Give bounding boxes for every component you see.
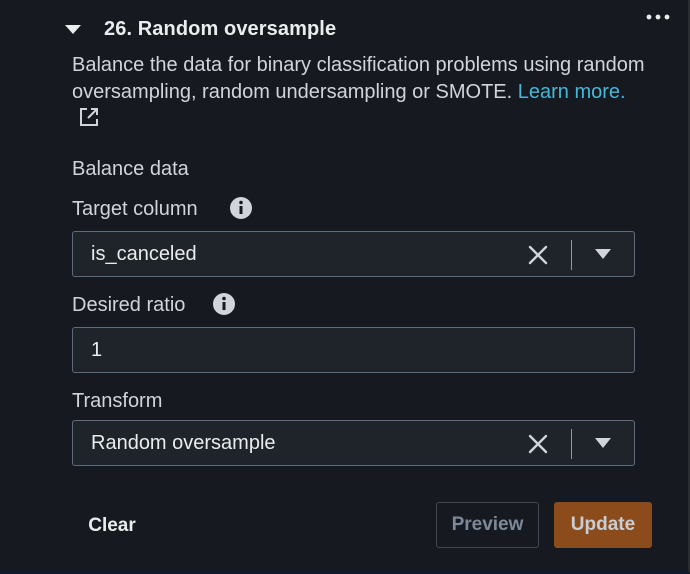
info-icon[interactable] xyxy=(212,292,236,321)
step-description: Balance the data for binary classificati… xyxy=(72,52,652,136)
transform-step-panel: 26. Random oversample Balance the data f… xyxy=(0,0,690,574)
target-column-select[interactable]: is_canceled xyxy=(72,231,635,277)
transform-value: Random oversample xyxy=(91,431,276,454)
clear-icon[interactable] xyxy=(526,432,550,456)
step-header: 26. Random oversample xyxy=(56,12,672,46)
clear-icon[interactable] xyxy=(526,243,550,267)
desired-ratio-label: Desired ratio xyxy=(72,294,186,316)
info-icon[interactable] xyxy=(229,196,253,225)
transform-label: Transform xyxy=(72,390,163,412)
dropdown-arrow-icon[interactable] xyxy=(594,247,612,265)
step-title: 26. Random oversample xyxy=(104,17,337,40)
clear-button[interactable]: Clear xyxy=(72,505,152,547)
external-link-icon[interactable] xyxy=(78,106,100,136)
caret-down-icon[interactable] xyxy=(56,12,90,46)
learn-more-link[interactable]: Learn more. xyxy=(518,81,626,103)
balance-data-heading: Balance data xyxy=(72,158,189,180)
preview-button[interactable]: Preview xyxy=(436,502,539,548)
transform-select[interactable]: Random oversample xyxy=(72,420,635,466)
update-button[interactable]: Update xyxy=(554,502,652,548)
desired-ratio-field[interactable] xyxy=(72,327,635,373)
select-divider xyxy=(571,240,572,270)
target-column-label: Target column xyxy=(72,198,198,220)
desired-ratio-input[interactable] xyxy=(91,328,611,372)
target-column-value: is_canceled xyxy=(91,242,197,265)
select-divider xyxy=(571,429,572,459)
dropdown-arrow-icon[interactable] xyxy=(594,436,612,454)
more-options-icon[interactable] xyxy=(644,6,672,28)
